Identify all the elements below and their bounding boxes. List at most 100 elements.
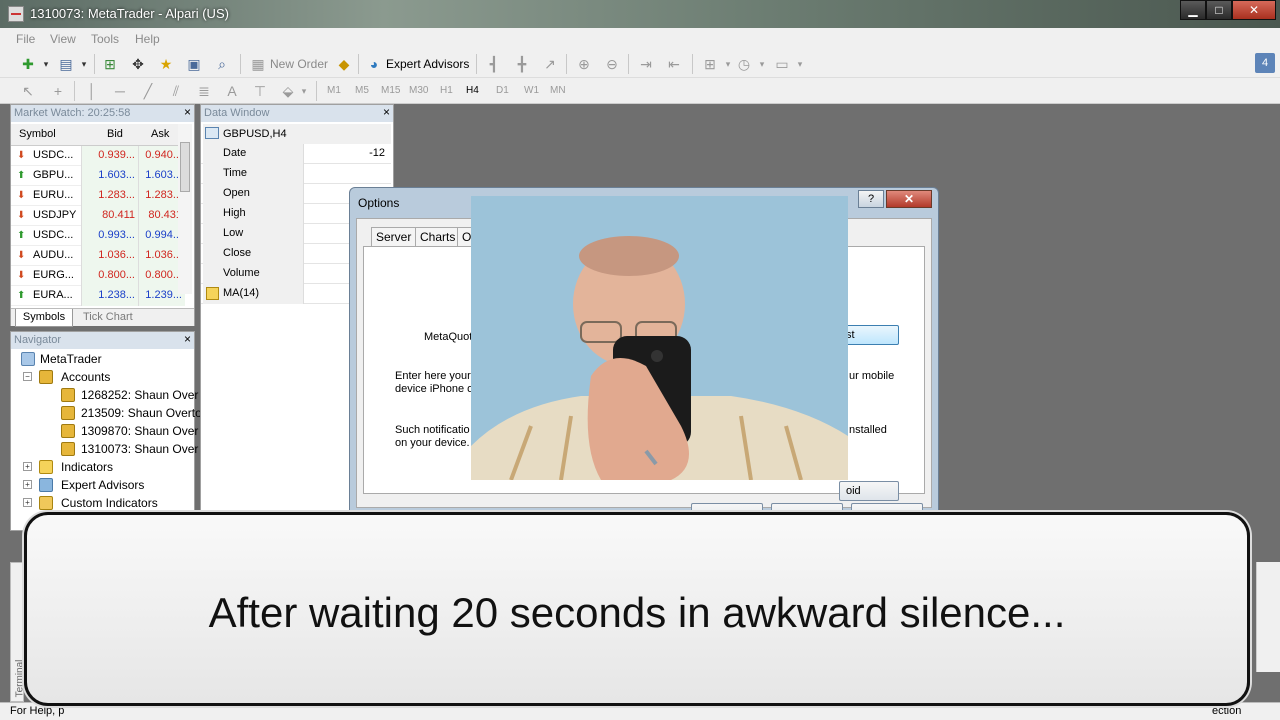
bar-chart-icon[interactable]: ┫ [484, 54, 504, 74]
clock-icon[interactable]: ◷ [734, 54, 754, 74]
market-watch-scrollbar[interactable] [178, 124, 192, 294]
notification-badge[interactable]: 4 [1255, 53, 1275, 73]
tab-symbols[interactable]: Symbols [15, 309, 73, 327]
warning-icon[interactable]: ◆ [334, 54, 354, 74]
horizontal-line-icon[interactable]: ─ [110, 81, 130, 101]
close-icon[interactable]: × [383, 105, 390, 119]
status-connection-text: ection [1212, 705, 1242, 717]
android-button[interactable]: oid [839, 481, 899, 501]
chevron-down-icon[interactable]: ▾ [294, 81, 314, 101]
right-scrollbar[interactable] [1256, 562, 1280, 672]
trendline-icon[interactable]: ╱ [138, 81, 158, 101]
market-watch-icon[interactable]: ⊞ [100, 54, 120, 74]
data-window-symbol-row: GBPUSD,H4 [203, 124, 391, 144]
new-chart-icon[interactable]: ✚ [18, 54, 38, 74]
market-watch-tabs: Symbols Tick Chart [11, 308, 194, 327]
arrow-down-icon: ⬇ [17, 150, 26, 161]
timeframe-m15[interactable]: M15 [381, 85, 400, 96]
symbol-cell: EURU... [33, 189, 74, 201]
timeframe-h1[interactable]: H1 [440, 85, 453, 96]
market-watch-row[interactable]: ⬇ AUDU... 1.036... 1.036... [11, 246, 185, 266]
column-ask[interactable]: Ask [151, 128, 169, 140]
market-watch-row[interactable]: ⬆ GBPU... 1.603... 1.603... [11, 166, 185, 186]
menu-tools[interactable]: Tools [91, 32, 119, 46]
fibonacci-icon[interactable]: ≣ [194, 81, 214, 101]
templates-icon[interactable]: ▭ [772, 54, 792, 74]
chart-shift-icon[interactable]: ⇤ [664, 54, 684, 74]
toolbar-separator [94, 54, 95, 74]
close-window-button[interactable]: ✕ [1232, 0, 1276, 20]
bid-cell: 1.283... [81, 186, 138, 206]
channel-icon[interactable]: ⫽ [166, 81, 186, 101]
menu-file[interactable]: File [16, 32, 35, 46]
new-order-button[interactable]: New Order [264, 53, 334, 75]
arrow-down-icon: ⬇ [17, 210, 26, 221]
enter-text-right: ur mobile [849, 370, 895, 382]
data-key: Close [203, 244, 303, 264]
text-tool-icon[interactable]: A [222, 81, 242, 101]
collapse-icon[interactable]: − [23, 372, 32, 381]
crosshair-move-icon[interactable]: ✥ [128, 54, 148, 74]
timeframe-m5[interactable]: M5 [355, 85, 369, 96]
market-watch-row[interactable]: ⬇ EURG... 0.800... 0.800... [11, 266, 185, 286]
expand-icon[interactable]: + [23, 462, 32, 471]
market-watch-row[interactable]: ⬆ USDC... 0.993... 0.994... [11, 226, 185, 246]
close-icon[interactable]: × [184, 105, 191, 119]
market-watch-row[interactable]: ⬇ USDJPY 80.411 80.431 [11, 206, 185, 226]
custom-indicators-icon [39, 496, 53, 510]
strategy-tester-icon[interactable]: ⌕ [212, 54, 232, 74]
timeframe-mn[interactable]: MN [550, 85, 566, 96]
navigator-panel: Navigator × MetaTrader − Accounts 126825… [10, 331, 202, 531]
zoom-in-icon[interactable]: ⊕ [574, 54, 594, 74]
tab-charts[interactable]: Charts [415, 227, 461, 247]
bid-cell: 1.603... [81, 166, 138, 186]
terminal-icon[interactable]: ▣ [184, 54, 204, 74]
symbol-cell: AUDU... [33, 249, 74, 261]
chevron-down-icon[interactable]: ▾ [752, 54, 772, 74]
arrow-up-icon: ⬆ [17, 170, 26, 181]
cursor-icon[interactable]: ↖ [18, 81, 38, 101]
tab-server[interactable]: Server [371, 227, 417, 247]
autoscroll-icon[interactable]: ⇥ [636, 54, 656, 74]
scroll-thumb[interactable] [180, 142, 190, 192]
close-icon[interactable]: × [184, 332, 191, 346]
chevron-down-icon[interactable]: ▾ [790, 54, 810, 74]
bid-cell: 1.238... [81, 286, 138, 306]
crosshair-icon[interactable]: + [48, 81, 68, 101]
timeframe-w1[interactable]: W1 [524, 85, 539, 96]
timeframe-m1[interactable]: M1 [327, 85, 341, 96]
test-button[interactable]: st [839, 325, 899, 345]
timeframe-d1[interactable]: D1 [496, 85, 509, 96]
profiles-icon[interactable]: ▤ [56, 54, 76, 74]
candlestick-icon[interactable]: ╋ [512, 54, 532, 74]
market-watch-row[interactable]: ⬇ USDC... 0.939... 0.940... [11, 146, 185, 166]
line-chart-icon[interactable]: ↗ [540, 54, 560, 74]
market-watch-row[interactable]: ⬆ EURA... 1.238... 1.239... [11, 286, 185, 306]
tab-tick-chart[interactable]: Tick Chart [83, 311, 133, 323]
expand-icon[interactable]: + [23, 480, 32, 489]
timeframe-h4[interactable]: H4 [466, 85, 479, 96]
chevron-down-icon[interactable]: ▾ [36, 54, 56, 74]
timeframe-m30[interactable]: M30 [409, 85, 428, 96]
column-symbol[interactable]: Symbol [19, 128, 56, 140]
text-label-icon[interactable]: ⊤ [250, 81, 270, 101]
minimize-button[interactable]: ▁ [1180, 0, 1206, 20]
expand-icon[interactable]: + [23, 498, 32, 507]
dialog-close-button[interactable]: ✕ [886, 190, 932, 208]
maximize-button[interactable]: □ [1206, 0, 1232, 20]
help-button[interactable]: ? [858, 190, 884, 208]
dialog-title: Options [358, 196, 400, 210]
column-bid[interactable]: Bid [107, 128, 123, 140]
expert-advisors-button[interactable]: Expert Advisors [380, 53, 475, 75]
zoom-out-icon[interactable]: ⊖ [602, 54, 622, 74]
navigator-icon[interactable]: ★ [156, 54, 176, 74]
standard-toolbar: ✚ ▾ ▤ ▾ ⊞ ✥ ★ ▣ ⌕ ▦ New Order ◆ ◕ Expert… [0, 50, 1280, 78]
menu-view[interactable]: View [50, 32, 76, 46]
menu-help[interactable]: Help [135, 32, 160, 46]
arrow-down-icon: ⬇ [17, 190, 26, 201]
data-value [303, 164, 389, 184]
chevron-down-icon[interactable]: ▾ [74, 54, 94, 74]
vertical-line-icon[interactable]: │ [82, 81, 102, 101]
market-watch-row[interactable]: ⬇ EURU... 1.283... 1.283... [11, 186, 185, 206]
indicators-icon[interactable]: ⊞ [700, 54, 720, 74]
